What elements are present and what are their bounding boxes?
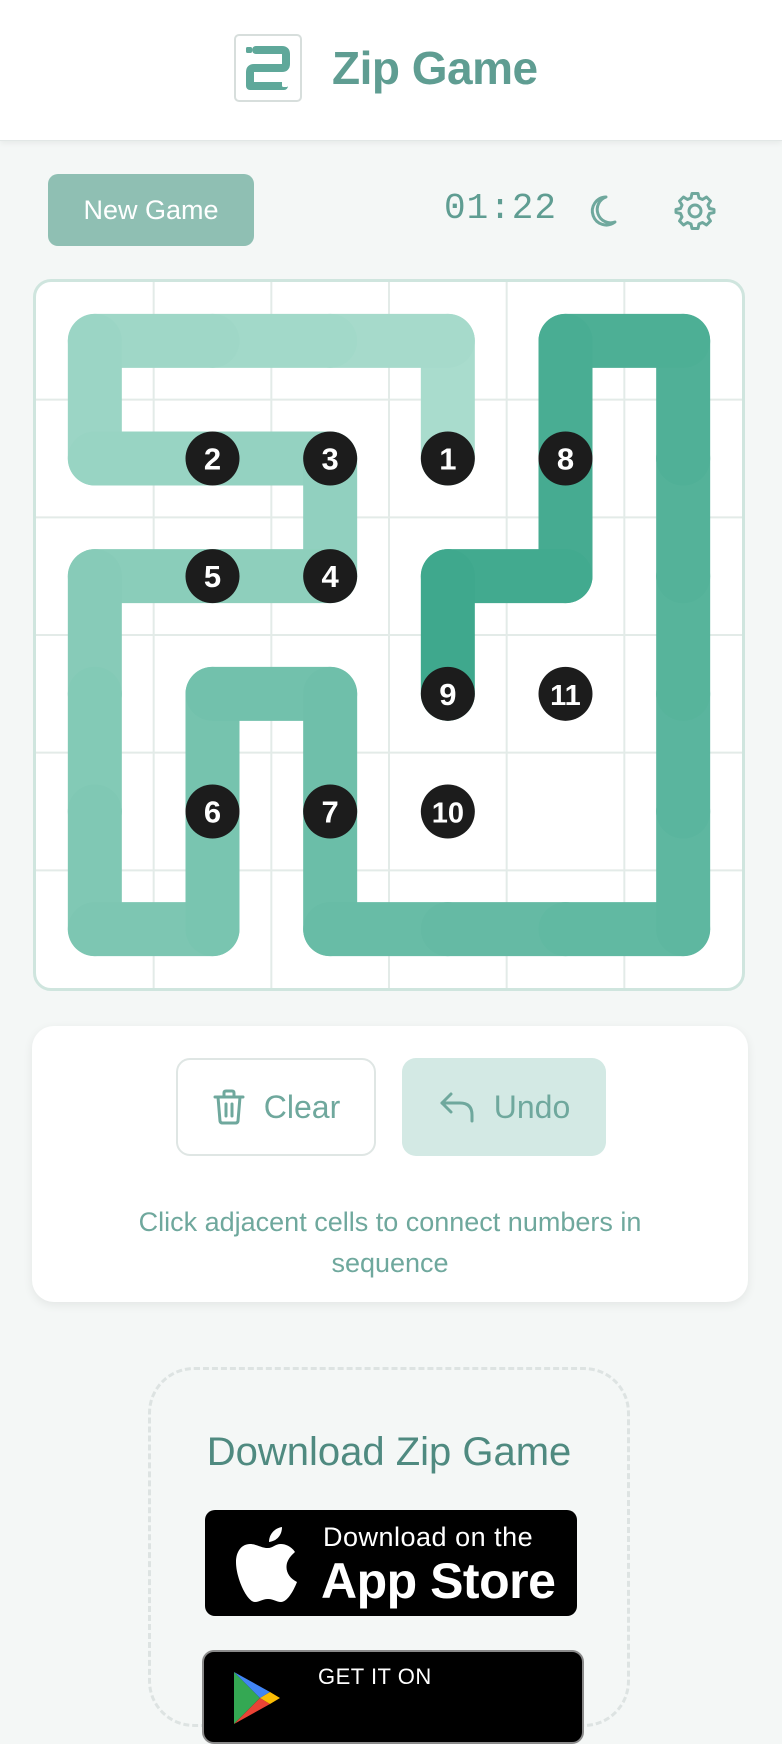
app-store-small-text: Download on the [323,1522,534,1552]
number-badge-1[interactable]: 1 [420,431,475,486]
number-badge-2[interactable]: 2 [185,431,240,486]
number-label: 6 [204,795,221,830]
apple-icon [236,1527,297,1602]
trash-icon [213,1089,245,1125]
number-badge-7[interactable]: 7 [303,784,358,839]
instruction-text: Click adjacent cells to connect numbers … [138,1207,642,1278]
game-board[interactable]: 1 2 3 4 5 6 7 8 9 10 11 [33,279,745,991]
undo-button[interactable]: Undo [402,1058,606,1156]
undo-label: Undo [493,1088,571,1125]
number-badge-11[interactable]: 11 [538,666,593,721]
number-label: 2 [204,442,221,477]
new-game-button[interactable]: New Game [48,174,254,246]
clear-button[interactable]: Clear [176,1058,376,1156]
number-label: 1 [439,442,456,477]
download-title: Download Zip Game [206,1430,572,1474]
game-timer: 01:22 [444,188,558,229]
number-badge-10[interactable]: 10 [420,784,475,839]
number-label: 3 [322,442,339,477]
number-label: 5 [204,559,221,594]
clear-label: Clear [263,1088,341,1125]
zip-logo-icon [234,34,302,102]
number-label: 8 [557,442,574,477]
app-header: Zip Game [0,0,782,141]
undo-arrow-icon [440,1092,474,1123]
number-badge-8[interactable]: 8 [538,431,593,486]
google-play-small-text: GET IT ON [318,1664,432,1689]
google-play-badge[interactable]: GET IT ON [202,1650,584,1744]
number-badge-6[interactable]: 6 [185,784,240,839]
number-badge-9[interactable]: 9 [420,666,475,721]
number-label: 7 [322,795,339,830]
board-canvas[interactable]: 1 2 3 4 5 6 7 8 9 10 11 [36,282,742,988]
number-badge-5[interactable]: 5 [185,549,240,604]
download-section: Download Zip Game Download on the App St… [148,1367,630,1744]
number-label: 4 [322,559,340,594]
controls-panel: Clear Undo Click adjacent cells to conne… [32,1026,748,1302]
number-label: 11 [550,680,581,712]
gear-icon[interactable] [673,189,717,233]
app-store-badge[interactable]: Download on the App Store [205,1510,577,1616]
number-label: 9 [439,677,456,712]
moon-icon[interactable] [585,189,629,233]
google-play-icon [234,1672,280,1724]
number-label: 10 [432,798,464,830]
number-badge-4[interactable]: 4 [303,549,358,604]
number-badge-3[interactable]: 3 [303,431,358,486]
app-store-big-text: App Store [321,1553,556,1609]
app-title: Zip Game [332,42,538,94]
